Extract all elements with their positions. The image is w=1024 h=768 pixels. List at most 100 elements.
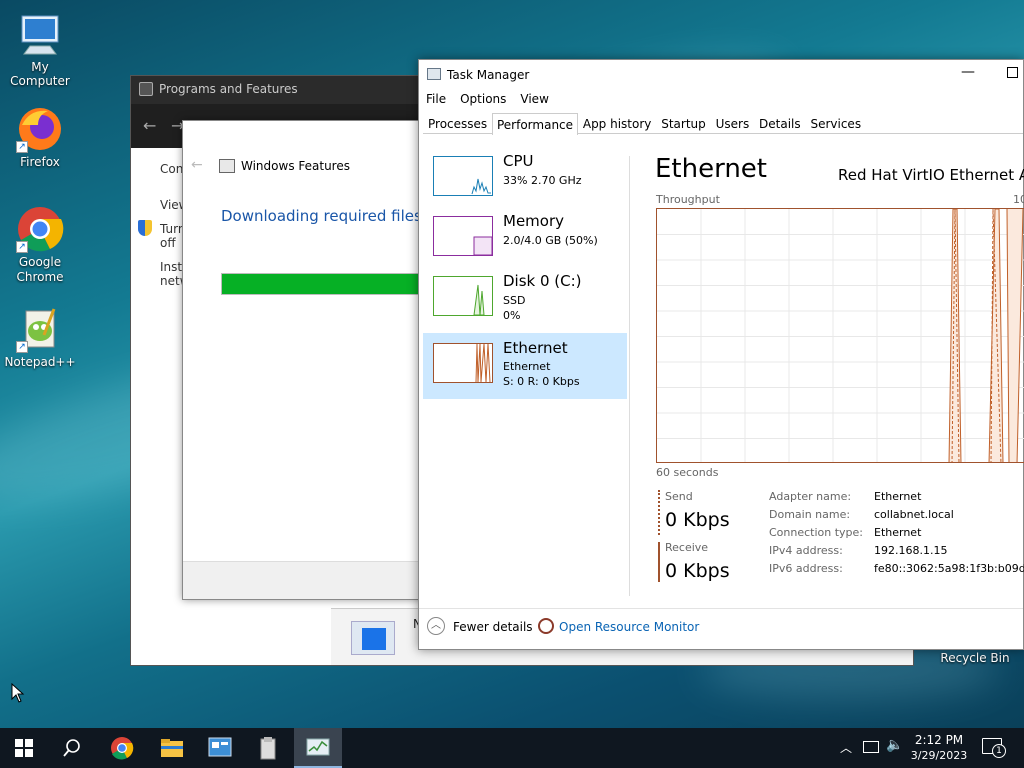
- control-panel-icon: [208, 737, 232, 757]
- turn-windows-features-link[interactable]: Turn: [131, 222, 185, 236]
- disk-name: Disk 0 (C:): [503, 272, 582, 290]
- task-manager-icon: [427, 68, 441, 80]
- prop-key: Adapter name:: [769, 490, 852, 503]
- install-program-link[interactable]: Insta: [131, 260, 189, 274]
- menu-view[interactable]: View: [520, 92, 548, 106]
- clock[interactable]: 2:12 PM 3/29/2023: [906, 732, 972, 764]
- volume-icon[interactable]: 🔈: [886, 737, 903, 753]
- windows-features-icon: [219, 159, 235, 173]
- adapter-title: Red Hat VirtIO Ethernet Ada: [838, 166, 1024, 184]
- taskbar-chrome[interactable]: [98, 728, 146, 768]
- notification-center-button[interactable]: 1: [982, 738, 1006, 758]
- open-resource-monitor-link[interactable]: Open Resource Monitor: [559, 620, 699, 634]
- prop-value: Ethernet: [874, 526, 922, 539]
- start-button[interactable]: [0, 728, 48, 768]
- search-icon: [63, 739, 80, 757]
- view-installed-updates-link[interactable]: View: [131, 198, 188, 212]
- programs-left-pane: Cont View Turn off Insta netw: [131, 148, 190, 665]
- sidebar-item-memory[interactable]: Memory 2.0/4.0 GB (50%): [423, 210, 627, 274]
- desktop-icon-label: Recycle Bin: [940, 651, 1010, 665]
- back-arrow-icon[interactable]: ←: [143, 116, 156, 135]
- tab-performance[interactable]: Performance: [491, 113, 579, 135]
- ethernet-adapter: Ethernet: [503, 360, 551, 373]
- network-icon[interactable]: [863, 741, 879, 753]
- memory-usage: 2.0/4.0 GB (50%): [503, 234, 598, 247]
- notepadpp-icon: ↗: [16, 305, 64, 353]
- tab-details[interactable]: Details: [754, 112, 806, 135]
- desktop-icon-label: Notepad++: [4, 355, 76, 369]
- control-panel-home-link[interactable]: Cont: [131, 162, 188, 176]
- ethernet-throughput: S: 0 R: 0 Kbps: [503, 375, 580, 388]
- task-manager-titlebar[interactable]: Task Manager —: [419, 60, 1023, 88]
- tab-startup[interactable]: Startup: [656, 112, 711, 135]
- maximize-button[interactable]: [1007, 67, 1018, 78]
- task-manager-icon: [306, 738, 330, 756]
- taskbar-control-panel[interactable]: [196, 728, 244, 768]
- turn-windows-features-link-2[interactable]: off: [131, 236, 176, 250]
- desktop-icon-recycle-bin[interactable]: Recycle Bin: [935, 651, 1015, 665]
- install-program-link-2[interactable]: netw: [131, 274, 190, 288]
- tab-users[interactable]: Users: [711, 112, 755, 135]
- desktop-icon-label: Firefox: [20, 155, 60, 169]
- search-button[interactable]: [48, 728, 96, 768]
- desktop-icon-firefox[interactable]: ↗ Firefox: [0, 105, 80, 169]
- disk-usage: 0%: [503, 309, 521, 322]
- shortcut-arrow-icon: ↗: [16, 241, 28, 253]
- memory-name: Memory: [503, 212, 565, 230]
- sidebar-item-ethernet[interactable]: Ethernet Ethernet S: 0 R: 0 Kbps: [423, 333, 627, 399]
- ethernet-name: Ethernet: [503, 339, 568, 357]
- sidebar-item-disk[interactable]: Disk 0 (C:) SSD 0%: [423, 270, 627, 334]
- graph-max-label: 10: [1013, 193, 1024, 206]
- download-status-text: Downloading required files: [221, 207, 422, 225]
- taskbar-file-explorer[interactable]: [148, 728, 196, 768]
- computer-icon: [16, 10, 64, 58]
- cpu-usage: 33% 2.70 GHz: [503, 174, 582, 187]
- installer-icon: [260, 737, 276, 760]
- task-manager-title: Task Manager: [447, 68, 530, 82]
- prop-value: fe80::3062:5a98:1f3b:b09d%1: [874, 562, 1024, 575]
- cpu-name: CPU: [503, 152, 534, 170]
- chevron-up-icon[interactable]: ︿: [427, 617, 445, 635]
- send-label: Send: [665, 490, 693, 503]
- notification-count-badge: 1: [992, 744, 1006, 758]
- menu-file[interactable]: File: [426, 92, 446, 106]
- desktop-icon-chrome[interactable]: ↗ Google Chrome: [0, 205, 80, 285]
- fewer-details-button[interactable]: Fewer details: [453, 620, 533, 634]
- desktop-icon-label: Google Chrome: [16, 255, 64, 284]
- send-value: 0 Kbps: [665, 509, 730, 531]
- programs-window-title: Programs and Features: [159, 82, 298, 96]
- tab-app-history[interactable]: App history: [578, 112, 657, 135]
- prop-key: Connection type:: [769, 526, 864, 539]
- prop-key: Domain name:: [769, 508, 851, 521]
- download-progress-bar: [221, 273, 433, 295]
- dialog-footer: [183, 561, 431, 599]
- sidebar-item-cpu[interactable]: CPU 33% 2.70 GHz: [423, 150, 627, 214]
- taskbar-task-manager[interactable]: [294, 728, 342, 768]
- control-panel-icon: [139, 82, 153, 96]
- prop-value: collabnet.local: [874, 508, 954, 521]
- show-hidden-icons-chevron[interactable]: ︿: [840, 739, 852, 756]
- desktop-icon-notepadpp[interactable]: ↗ Notepad++: [0, 305, 80, 369]
- clock-time: 2:12 PM: [914, 733, 964, 747]
- menu-bar: File Options View: [426, 92, 563, 106]
- firefox-icon: ↗: [16, 105, 64, 153]
- receive-indicator: [658, 542, 660, 582]
- taskbar-installer[interactable]: [244, 728, 292, 768]
- desktop-icon-my-computer[interactable]: My Computer: [0, 10, 80, 88]
- program-item-icon: [351, 621, 395, 655]
- throughput-graph: [656, 208, 1024, 463]
- tab-processes[interactable]: Processes: [423, 112, 492, 135]
- tab-bar: Processes Performance App history Startu…: [423, 112, 1023, 135]
- desktop-icon-label: My Computer: [10, 60, 70, 88]
- folder-icon: [161, 739, 183, 757]
- ethernet-mini-graph: [433, 343, 493, 383]
- receive-label: Receive: [665, 541, 709, 554]
- menu-options[interactable]: Options: [460, 92, 506, 106]
- clock-date: 3/29/2023: [910, 749, 968, 762]
- back-arrow-icon[interactable]: ←: [191, 157, 203, 173]
- minimize-button[interactable]: —: [961, 64, 975, 80]
- tab-services[interactable]: Services: [805, 112, 866, 135]
- windows-features-dialog: ← Windows Features Downloading required …: [182, 120, 433, 600]
- receive-value: 0 Kbps: [665, 560, 730, 582]
- prop-value: 192.168.1.15: [874, 544, 948, 557]
